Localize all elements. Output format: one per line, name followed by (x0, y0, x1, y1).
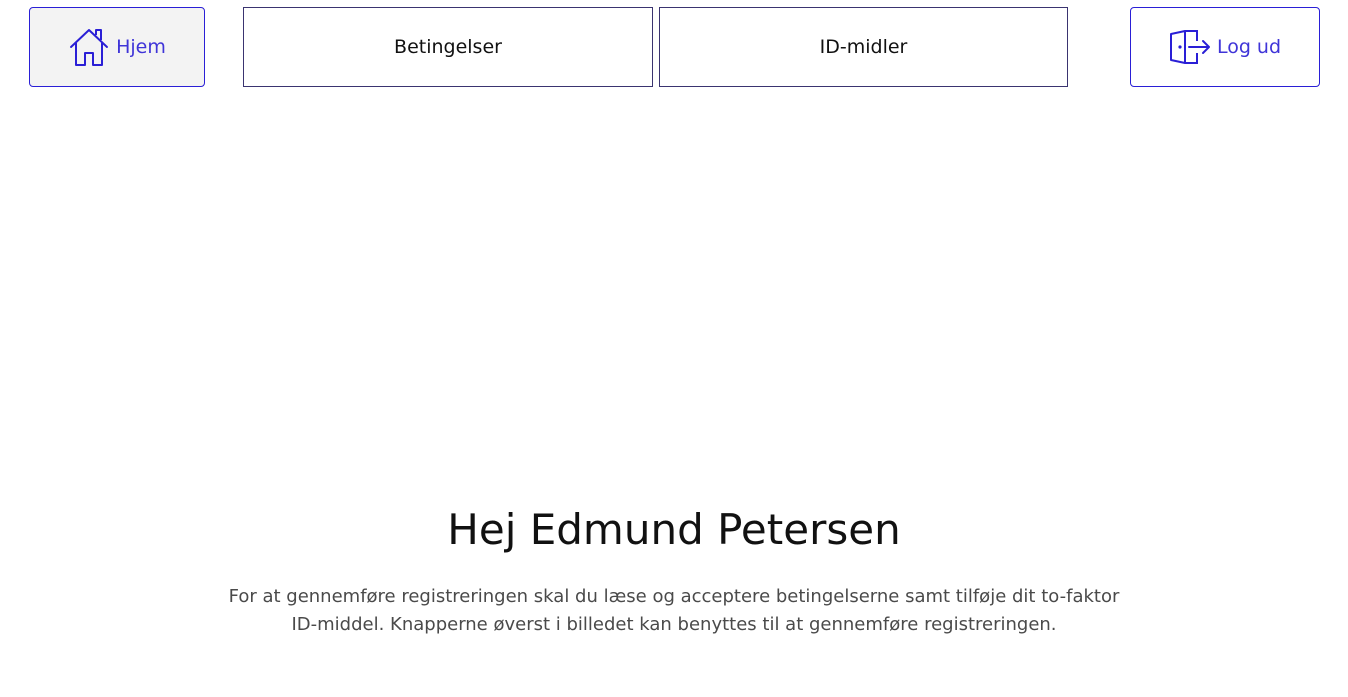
page: Hjem Betingelser ID-midler Log ud Hej Ed… (0, 0, 1348, 697)
greeting-heading: Hej Edmund Petersen (447, 505, 901, 554)
id-means-button[interactable]: ID-midler (659, 7, 1068, 87)
logout-button-label: Log ud (1216, 36, 1282, 58)
terms-button[interactable]: Betingelser (243, 7, 653, 87)
door-exit-icon (1169, 26, 1211, 68)
home-button[interactable]: Hjem (29, 7, 205, 87)
id-means-button-label: ID-midler (819, 36, 908, 58)
terms-button-label: Betingelser (394, 36, 502, 58)
registration-info-text: For at gennemføre registreringen skal du… (228, 586, 1120, 635)
home-icon (68, 26, 110, 68)
logout-button[interactable]: Log ud (1130, 7, 1320, 87)
home-button-label: Hjem (116, 36, 166, 58)
